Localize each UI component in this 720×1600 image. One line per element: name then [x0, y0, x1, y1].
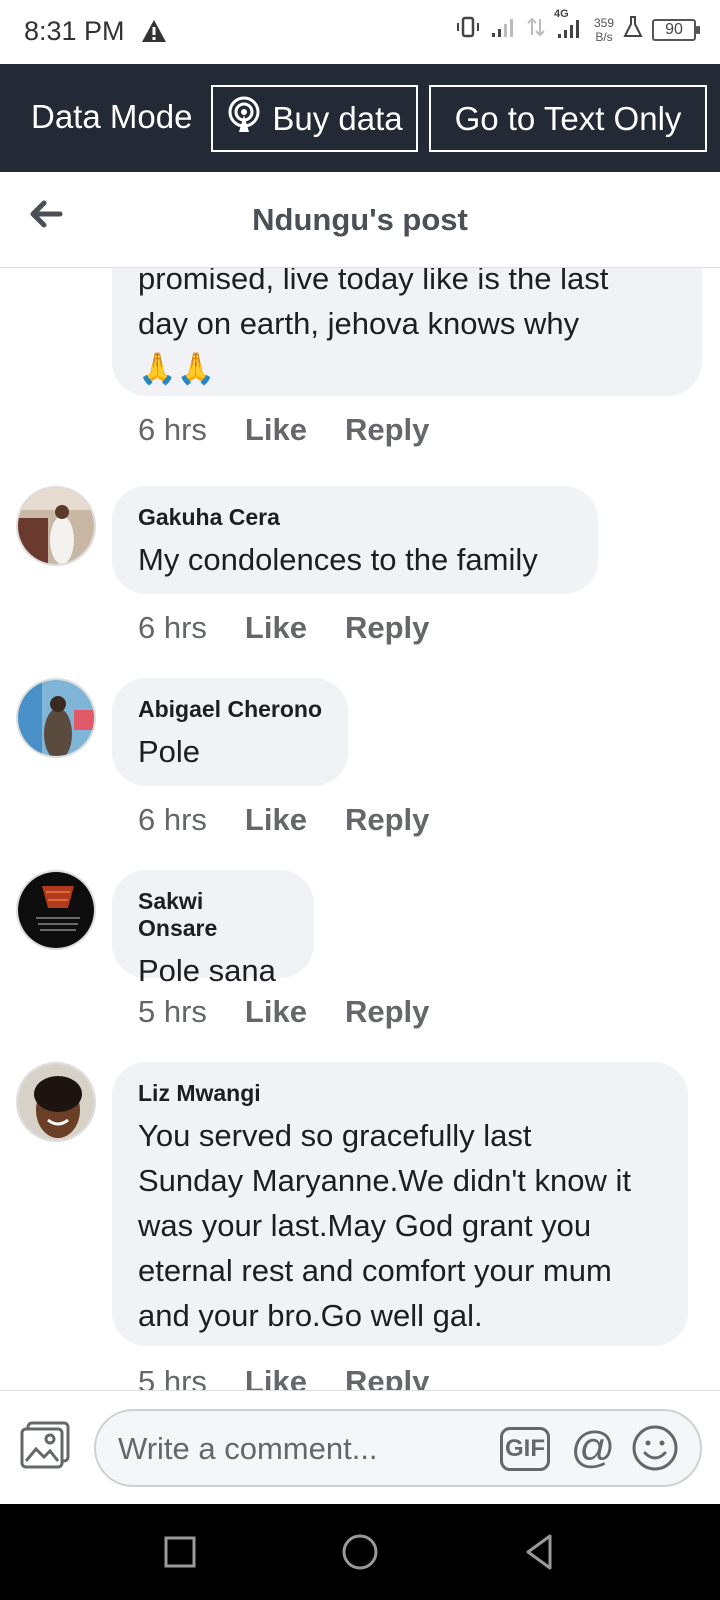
status-time: 8:31 PM — [24, 16, 125, 46]
vibrate-icon — [454, 15, 482, 44]
screen: 8:31 PM 4G 359 B/s 90 Data Mode Buy data… — [0, 0, 720, 1600]
data-mode-bar: Data Mode Buy data Go to Text Only — [0, 64, 720, 172]
status-icons: 4G 359 B/s 90 — [454, 8, 700, 45]
comment-text-line: Sunday Maryanne.We didn't know it — [138, 1163, 632, 1198]
comment-author[interactable]: Liz Mwangi — [138, 1080, 662, 1107]
comment-text: Pole sana — [138, 953, 276, 988]
like-button[interactable]: Like — [245, 610, 307, 646]
comment-time: 6 hrs — [138, 610, 207, 645]
recent-apps-icon[interactable] — [156, 1528, 204, 1576]
back-icon[interactable] — [516, 1528, 564, 1576]
avatar[interactable] — [16, 870, 96, 950]
warning-icon — [140, 18, 168, 49]
flask-icon — [622, 15, 644, 44]
avatar[interactable] — [16, 678, 96, 758]
comment-text-line: eternal rest and comfort your mum — [138, 1253, 612, 1288]
like-button[interactable]: Like — [245, 994, 307, 1030]
buy-data-button[interactable]: Buy data — [211, 85, 418, 152]
comment-meta: 5 hrs Like Reply — [138, 994, 429, 1030]
mention-button[interactable]: @ — [568, 1423, 618, 1473]
comment-bubble[interactable]: promised, live today like is the last da… — [112, 268, 702, 396]
reply-button[interactable]: Reply — [345, 412, 429, 448]
comment-bubble[interactable]: Liz Mwangi You served so gracefully last… — [112, 1062, 688, 1346]
comment-author[interactable]: Gakuha Cera — [138, 504, 572, 531]
comment-time: 6 hrs — [138, 412, 207, 447]
comment-bubble[interactable]: Abigael Cherono Pole — [112, 678, 348, 786]
speed-unit: B/s — [595, 29, 613, 44]
comment-time: 5 hrs — [138, 1364, 207, 1390]
comment-meta: 6 hrs Like Reply — [138, 610, 429, 646]
comment-list: promised, live today like is the last da… — [0, 268, 720, 1390]
comment-text-line: and your bro.Go well gal. — [138, 1298, 483, 1333]
signal-4g-icon: 4G — [554, 8, 586, 45]
comment-time: 6 hrs — [138, 802, 207, 837]
text-only-label: Go to Text Only — [454, 99, 682, 137]
buy-data-label: Buy data — [272, 99, 403, 137]
comment-bubble[interactable]: Sakwi Onsare Pole sana — [112, 870, 314, 988]
system-nav-bar — [0, 1504, 720, 1600]
reply-button[interactable]: Reply — [345, 610, 429, 646]
page-title: Ndungu's post — [252, 202, 468, 237]
signal-icon — [490, 15, 518, 44]
comment-input-field[interactable]: GIF @ — [94, 1409, 702, 1487]
status-bar: 8:31 PM 4G 359 B/s 90 — [0, 0, 720, 64]
like-button[interactable]: Like — [245, 802, 307, 838]
like-button[interactable]: Like — [245, 1364, 307, 1390]
comment-composer: GIF @ — [0, 1390, 720, 1504]
post-header: Ndungu's post — [0, 172, 720, 268]
like-button[interactable]: Like — [245, 412, 307, 448]
comment-text-line: promised, live today like is the last — [138, 268, 609, 296]
data-arrows-icon — [526, 15, 546, 44]
avatar[interactable] — [16, 1062, 96, 1142]
home-icon[interactable] — [336, 1528, 384, 1576]
broadcast-icon — [226, 96, 262, 142]
comment-text-line: was your last.May God grant you — [138, 1208, 592, 1243]
network-type-label: 4G — [553, 8, 569, 20]
reply-button[interactable]: Reply — [345, 1364, 429, 1390]
gif-button[interactable]: GIF — [500, 1427, 550, 1471]
comment-author[interactable]: Sakwi Onsare — [138, 888, 288, 942]
comment-text-line: You served so gracefully last — [138, 1118, 532, 1153]
reply-button[interactable]: Reply — [345, 802, 429, 838]
comment-author[interactable]: Abigael Cherono — [138, 696, 322, 723]
data-mode-label[interactable]: Data Mode — [31, 98, 192, 136]
comment-text-line: 🙏🙏 — [138, 351, 216, 386]
comment-meta: 6 hrs Like Reply — [138, 802, 429, 838]
comment-text-line: day on earth, jehova knows why — [138, 306, 580, 341]
comment-time: 5 hrs — [138, 994, 207, 1029]
photo-icon[interactable] — [20, 1421, 72, 1471]
comment-bubble[interactable]: Gakuha Cera My condolences to the family — [112, 486, 598, 594]
avatar[interactable] — [16, 486, 96, 566]
comment-input[interactable] — [118, 1429, 478, 1469]
speed-value: 359 — [593, 15, 614, 30]
reply-button[interactable]: Reply — [345, 994, 429, 1030]
comment-meta: 6 hrs Like Reply — [138, 412, 429, 448]
comment-text: My condolences to the family — [138, 542, 538, 577]
text-only-button[interactable]: Go to Text Only — [429, 85, 707, 152]
network-speed: 359 B/s — [594, 16, 614, 44]
comment-meta: 5 hrs Like Reply — [138, 1364, 429, 1390]
comment-text: Pole — [138, 734, 201, 769]
emoji-icon[interactable] — [630, 1423, 680, 1473]
battery-icon: 90 — [652, 18, 700, 41]
